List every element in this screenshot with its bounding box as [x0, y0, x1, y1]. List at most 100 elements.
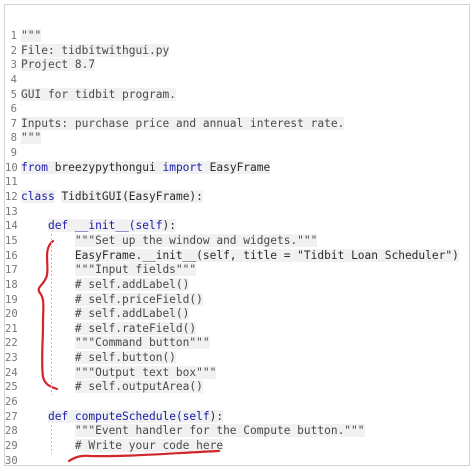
line-number: 7: [10, 117, 17, 130]
code-line[interactable]: 24 """Output text box""": [5, 365, 469, 381]
code-line[interactable]: 19 # self.priceField(): [5, 292, 469, 308]
code-line[interactable]: 27 def computeSchedule(self):: [5, 409, 469, 425]
search-highlight: Tid: [303, 248, 325, 262]
line-number: 20: [5, 308, 18, 321]
code-line[interactable]: 26: [5, 395, 469, 410]
indent-guide: [51, 234, 52, 396]
code-text: def computeSchedule(self):: [21, 409, 469, 425]
code-text: """Command button""": [21, 336, 469, 351]
code-text: class TidbitGUI(EasyFrame):: [21, 190, 469, 205]
indent-guide: [51, 424, 52, 454]
code-line[interactable]: 23 # self.button(): [5, 351, 469, 366]
code-text: # self.rateField(): [21, 321, 469, 337]
code-line[interactable]: 3 Project 8.7: [5, 58, 469, 73]
code-text: """Set up the window and widgets.""": [21, 233, 469, 249]
code-line[interactable]: 2 File: tidbitwithgui.py: [5, 43, 469, 59]
code-token: # self.rateField(): [74, 321, 197, 335]
code-token: from: [21, 160, 48, 174]
code-line[interactable]: 30: [5, 454, 469, 466]
code-line[interactable]: 6: [5, 102, 469, 117]
code-token: ):: [162, 219, 176, 233]
line-number: 2: [10, 44, 17, 57]
code-text: """Event handler for the Compute button.…: [21, 424, 469, 439]
code-token: # Write your code here: [74, 438, 224, 452]
code-token: EasyFrame: [202, 160, 271, 174]
code-line[interactable]: 10 from breezypythongui import EasyFrame: [5, 160, 469, 176]
code-editor[interactable]: 1 """ 2 File: tidbitwithgui.py 3 Project 8.7 4…: [5, 29, 469, 465]
code-token: """: [21, 29, 42, 42]
line-number: 23: [5, 352, 18, 365]
line-number: 13: [5, 205, 18, 218]
code-text: Project 8.7: [21, 58, 469, 73]
code-token: self: [182, 409, 210, 423]
code-line[interactable]: 12 class TidbitGUI(EasyFrame):: [5, 190, 469, 205]
code-token: Inputs: purchase price and annual intere…: [21, 116, 345, 130]
code-line[interactable]: 14 def __init__(self):: [5, 219, 469, 234]
code-token: EasyFrame.__init__(self, title = ": [74, 248, 304, 262]
code-line[interactable]: 22 """Command button""": [5, 336, 469, 351]
code-line[interactable]: 20 # self.addLabel(): [5, 307, 469, 322]
code-text: # Write your code here: [21, 438, 469, 454]
line-number: 19: [5, 293, 18, 306]
code-line[interactable]: 9: [5, 146, 469, 161]
code-text: # self.addLabel(): [21, 307, 469, 322]
search-highlight: tid: [61, 43, 82, 57]
code-line[interactable]: 25 # self.outputArea(): [5, 380, 469, 395]
line-number: 1: [10, 30, 17, 42]
code-text: File: tidbitwithgui.py: [21, 43, 469, 59]
code-line[interactable]: 29 # Write your code here: [5, 438, 469, 454]
code-text: def __init__(self):: [21, 219, 469, 234]
line-number: 30: [5, 454, 18, 466]
code-text: # self.outputArea(): [21, 380, 469, 395]
line-number: 14: [5, 220, 18, 233]
line-number: 17: [5, 264, 18, 277]
code-token: def: [47, 409, 69, 423]
code-token: # self.priceField(): [74, 292, 203, 306]
line-number: 5: [10, 88, 17, 101]
code-text: Inputs: purchase price and annual intere…: [21, 116, 469, 132]
code-line[interactable]: 17 """Input fields""": [5, 263, 469, 278]
code-text: # self.priceField(): [21, 292, 469, 308]
code-line[interactable]: 13: [5, 205, 469, 220]
line-number: 12: [5, 191, 18, 204]
code-token: __init__(: [68, 219, 136, 233]
line-number: 9: [10, 147, 17, 160]
line-number: 18: [5, 278, 18, 291]
line-number: 26: [5, 396, 18, 409]
code-token: """Command button""": [74, 336, 210, 350]
code-line[interactable]: 11: [5, 175, 469, 190]
code-token: # self.addLabel(): [74, 277, 190, 291]
code-line[interactable]: 28 """Event handler for the Compute butt…: [5, 424, 469, 439]
code-line[interactable]: 21 # self.rateField(): [5, 321, 469, 337]
code-line[interactable]: 1 """: [5, 29, 469, 44]
code-token: """Input fields""": [74, 263, 197, 277]
code-token: computeSchedule(: [68, 409, 183, 423]
code-line[interactable]: 4: [5, 73, 469, 88]
line-number: 21: [5, 322, 18, 335]
code-line[interactable]: 18 # self.addLabel(): [5, 277, 469, 293]
code-line[interactable]: 15 """Set up the window and widgets.""": [5, 233, 469, 249]
code-text: """Output text box""": [21, 365, 469, 381]
code-token: class: [21, 190, 55, 204]
search-highlight: Tid: [61, 190, 82, 204]
code-token: Project 8.7: [21, 58, 96, 72]
code-text: GUI for tidbit program.: [21, 87, 469, 103]
line-number: 28: [5, 425, 18, 438]
code-text: """Input fields""": [21, 263, 469, 278]
code-token: """: [21, 131, 42, 145]
code-line[interactable]: 8 """: [5, 131, 469, 146]
code-line[interactable]: 7 Inputs: purchase price and annual inter…: [5, 116, 469, 132]
line-number: 15: [5, 234, 18, 247]
code-line[interactable]: 5 GUI for tidbit program.: [5, 87, 469, 103]
code-token: # self.addLabel(): [74, 307, 190, 321]
code-line[interactable]: 16 EasyFrame.__init__(self, title = "Tid…: [5, 248, 469, 264]
code-text: from breezypythongui import EasyFrame: [21, 160, 469, 176]
